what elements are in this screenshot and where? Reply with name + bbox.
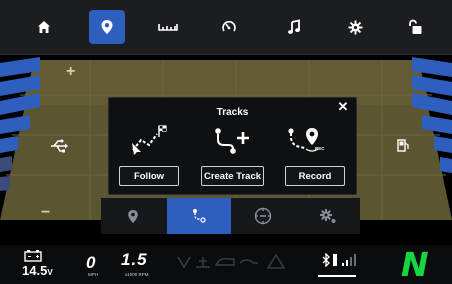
map-nav-button[interactable] bbox=[89, 10, 125, 44]
settings-nav-button[interactable] bbox=[337, 10, 373, 44]
speed-unit: MPH bbox=[88, 272, 98, 277]
tab-waypoint[interactable] bbox=[101, 198, 165, 234]
home-icon bbox=[38, 21, 50, 33]
tab-track[interactable] bbox=[167, 198, 231, 234]
connectivity-underline bbox=[318, 275, 356, 277]
voltage-readout: 14.5V bbox=[22, 263, 53, 278]
create-track-icon bbox=[215, 128, 249, 154]
map-pin-icon bbox=[101, 20, 113, 34]
ruler-icon bbox=[158, 24, 178, 31]
gauge-nav-button[interactable] bbox=[211, 10, 247, 44]
warning-indicators bbox=[177, 253, 286, 269]
unlock-icon bbox=[409, 19, 422, 34]
lock-nav-button[interactable] bbox=[397, 10, 433, 44]
tab-map-settings[interactable] bbox=[296, 198, 360, 234]
tracks-dialog: Tracks ✕ REC Follow Create Track Record bbox=[108, 97, 357, 195]
tab-compass[interactable] bbox=[231, 198, 295, 234]
record-track-icon bbox=[288, 128, 319, 152]
bluetooth-icon bbox=[322, 253, 330, 267]
zoom-in-button[interactable]: + bbox=[66, 64, 82, 80]
follow-track-icon bbox=[132, 125, 167, 155]
voltage-unit: V bbox=[47, 268, 53, 277]
signal-bars-icon bbox=[342, 254, 356, 266]
rpm-value: 1.5 bbox=[121, 250, 148, 269]
status-bar: 14.5V 0 MPH 1.5 x1000 RPM N bbox=[0, 245, 452, 284]
music-note-icon bbox=[288, 19, 300, 34]
phone-battery-icon bbox=[333, 254, 337, 266]
usb-button[interactable] bbox=[46, 133, 72, 159]
waypoint-icon bbox=[128, 209, 138, 223]
gauge-icon bbox=[222, 20, 236, 32]
usb-icon bbox=[51, 139, 68, 153]
follow-button[interactable]: Follow bbox=[119, 166, 179, 186]
record-button[interactable]: Record bbox=[285, 166, 345, 186]
top-nav-bar bbox=[0, 0, 452, 55]
dialog-title: Tracks bbox=[216, 107, 249, 118]
close-button[interactable]: ✕ bbox=[336, 100, 350, 114]
speed-value: 0 bbox=[86, 253, 96, 272]
create-track-button[interactable]: Create Track bbox=[201, 166, 264, 186]
ruler-nav-button[interactable] bbox=[150, 10, 186, 44]
gear-indicator: N bbox=[401, 245, 429, 284]
battery-icon bbox=[24, 250, 42, 262]
music-nav-button[interactable] bbox=[276, 10, 312, 44]
zoom-out-button[interactable]: − bbox=[41, 205, 57, 221]
track-icon bbox=[193, 209, 206, 223]
infotainment-screen: + − Tracks ✕ REC Follow Create Track Rec… bbox=[0, 0, 452, 284]
map-mode-tabs bbox=[101, 198, 360, 234]
fuel-button[interactable] bbox=[390, 132, 416, 158]
voltage-value: 14.5 bbox=[22, 263, 48, 278]
settings-icon bbox=[320, 209, 336, 223]
gear-icon bbox=[347, 19, 363, 35]
rec-badge: REC bbox=[315, 146, 325, 151]
rpm-unit: x1000 RPM bbox=[125, 272, 149, 277]
compass-icon bbox=[254, 207, 272, 225]
fuel-icon bbox=[396, 139, 409, 152]
home-button[interactable] bbox=[26, 10, 62, 44]
